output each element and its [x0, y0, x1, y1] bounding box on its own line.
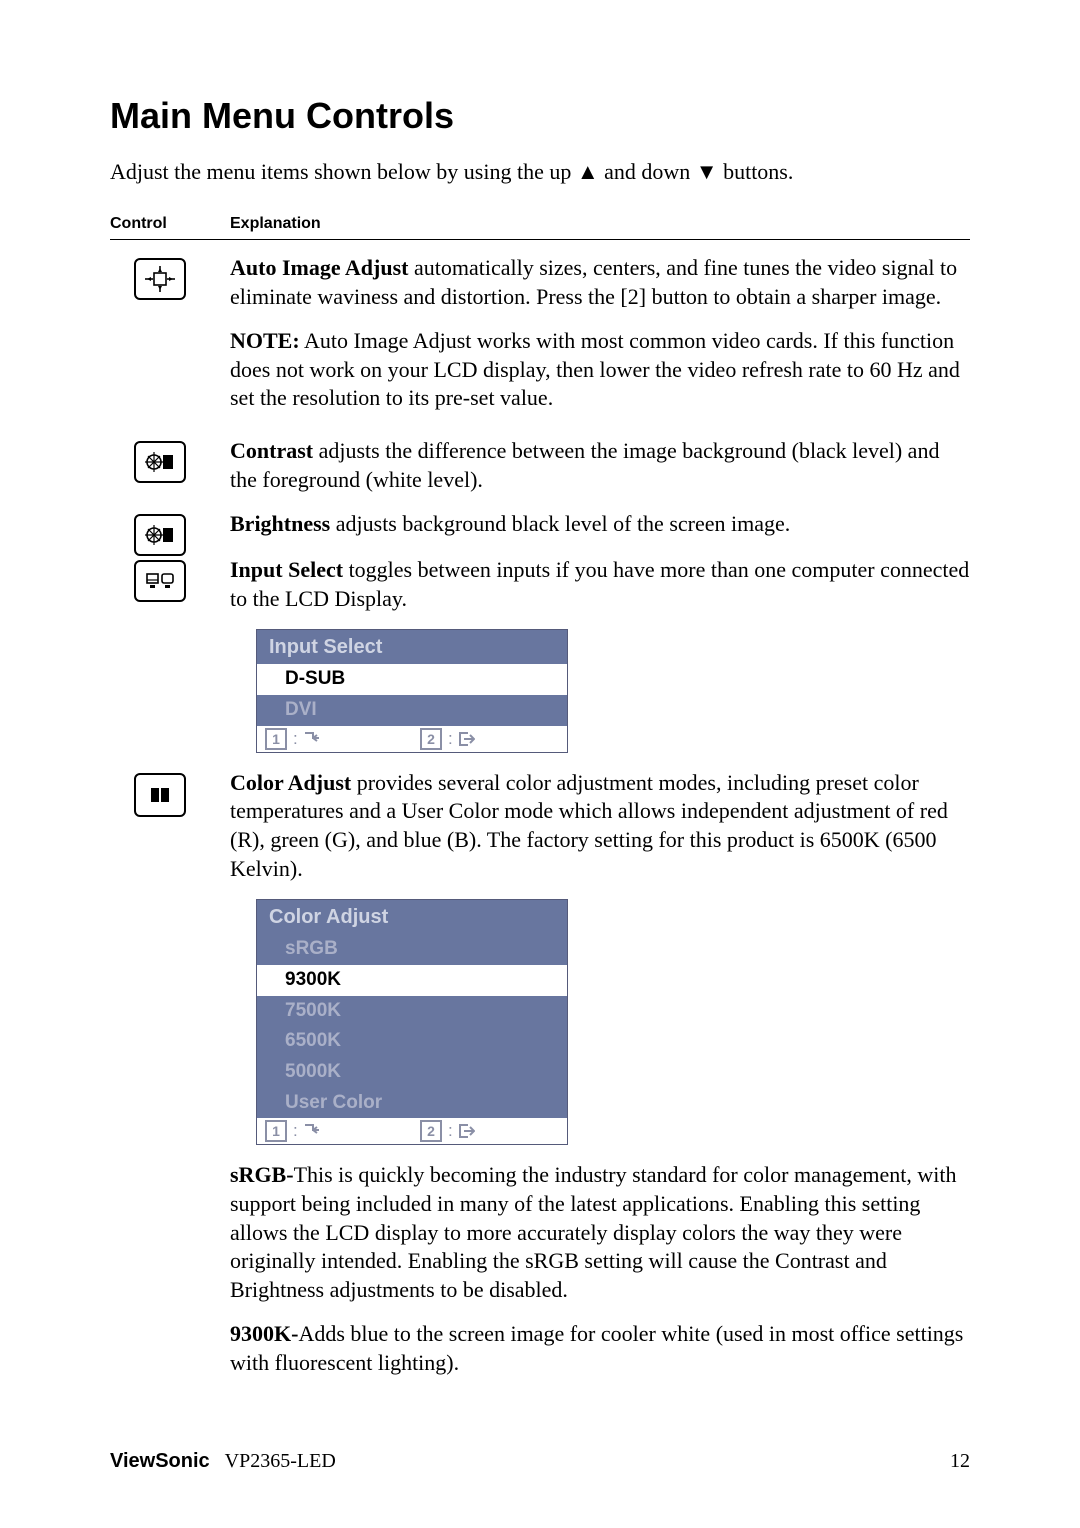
auto-image-adjust-icon — [134, 258, 186, 300]
osd-foot-num2: 2 — [420, 728, 442, 750]
input-select-icon — [134, 560, 186, 602]
intro-middle: and down — [599, 159, 696, 184]
9300k-title: 9300K- — [230, 1321, 298, 1346]
contrast-body: adjusts the difference between the image… — [230, 438, 939, 492]
contrast-text: Contrast adjusts the difference between … — [230, 437, 970, 494]
controls-table: Control Explanation — [110, 215, 970, 1394]
osd-input-select-footer: 1: 2: — [257, 726, 567, 752]
osd-color-adjust-footer: 1: 2: — [257, 1118, 567, 1144]
srgb-body: This is quickly becoming the industry st… — [230, 1162, 956, 1301]
auto-image-adjust-title: Auto Image Adjust — [230, 255, 408, 280]
enter-icon — [304, 1124, 320, 1138]
column-header-control: Control — [110, 215, 210, 239]
input-select-title: Input Select — [230, 557, 343, 582]
osd-color-adjust-title: Color Adjust — [257, 900, 567, 934]
auto-image-adjust-note: NOTE: Auto Image Adjust works with most … — [230, 327, 970, 413]
osd-item-6500k: 6500K — [257, 1026, 567, 1057]
osd-item-user-color: User Color — [257, 1088, 567, 1119]
intro-text: Adjust the menu items shown below by usi… — [110, 159, 970, 185]
osd-item-dvi: DVI — [257, 695, 567, 726]
page-number: 12 — [950, 1450, 970, 1473]
input-select-text: Input Select toggles between inputs if y… — [230, 556, 970, 613]
color-adjust-text: Color Adjust provides several color adju… — [230, 769, 970, 883]
osd-item-5000k: 5000K — [257, 1057, 567, 1088]
contrast-icon — [134, 441, 186, 483]
note-body: Auto Image Adjust works with most common… — [230, 328, 960, 410]
osd-color-adjust: Color Adjust sRGB 9300K 7500K 6500K 5000… — [256, 899, 568, 1145]
9300k-text: 9300K-Adds blue to the screen image for … — [230, 1320, 970, 1377]
brightness-icon — [134, 514, 186, 556]
brightness-text: Brightness adjusts background black leve… — [230, 510, 970, 539]
page-title: Main Menu Controls — [110, 95, 970, 137]
exit-icon — [459, 732, 475, 746]
osd-foot-num1: 1 — [265, 728, 287, 750]
osd-item-srgb: sRGB — [257, 934, 567, 965]
osd-foot-num2b: 2 — [420, 1120, 442, 1142]
enter-icon — [304, 732, 320, 746]
9300k-body: Adds blue to the screen image for cooler… — [230, 1321, 963, 1375]
contrast-title: Contrast — [230, 438, 313, 463]
srgb-title: sRGB- — [230, 1162, 294, 1187]
osd-input-select: Input Select D-SUB DVI 1: 2: — [256, 629, 568, 752]
footer-brand: ViewSonic — [110, 1450, 210, 1472]
intro-prefix: Adjust the menu items shown below by usi… — [110, 159, 577, 184]
exit-icon — [459, 1124, 475, 1138]
auto-image-adjust-text: Auto Image Adjust automatically sizes, c… — [230, 254, 970, 311]
footer-model: VP2365-LED — [225, 1450, 336, 1472]
column-header-explanation: Explanation — [230, 215, 970, 239]
note-label: NOTE: — [230, 328, 300, 353]
osd-item-dsub: D-SUB — [257, 664, 567, 695]
intro-suffix: buttons. — [718, 159, 794, 184]
osd-foot-num1b: 1 — [265, 1120, 287, 1142]
color-adjust-title: Color Adjust — [230, 770, 351, 795]
brightness-title: Brightness — [230, 511, 330, 536]
osd-input-select-title: Input Select — [257, 630, 567, 664]
osd-item-9300k: 9300K — [257, 965, 567, 996]
brightness-body: adjusts background black level of the sc… — [330, 511, 790, 536]
color-adjust-icon — [134, 773, 186, 817]
osd-item-7500k: 7500K — [257, 996, 567, 1027]
page-footer: ViewSonic VP2365-LED 12 — [110, 1450, 970, 1473]
srgb-text: sRGB-This is quickly becoming the indust… — [230, 1161, 970, 1304]
